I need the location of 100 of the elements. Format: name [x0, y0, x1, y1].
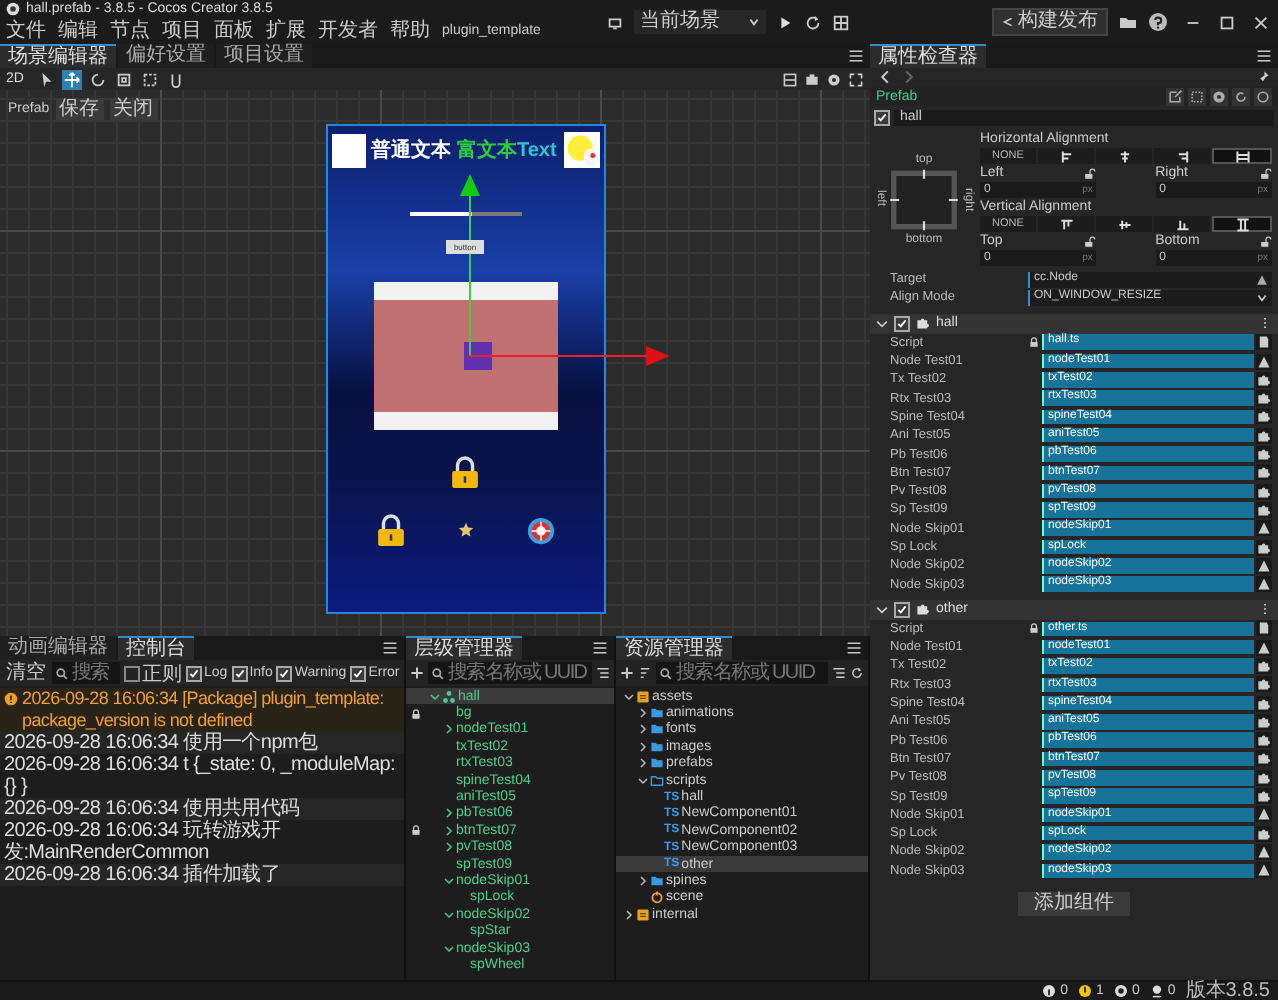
- apply-icon[interactable]: [1254, 87, 1272, 105]
- warning-icon[interactable]: [1078, 984, 1093, 998]
- open-icon[interactable]: [1166, 87, 1184, 105]
- panel-tab[interactable]: 动画编辑器: [0, 636, 116, 660]
- puzzle-icon[interactable]: [1256, 825, 1272, 842]
- script-icon[interactable]: [1256, 334, 1272, 351]
- add-icon[interactable]: [410, 666, 424, 680]
- caret-icon[interactable]: [444, 842, 454, 853]
- menu-item[interactable]: 扩展: [266, 19, 306, 43]
- unlock-icon[interactable]: [1084, 167, 1097, 179]
- menu-icon[interactable]: [848, 48, 864, 64]
- refresh-icon[interactable]: [850, 666, 864, 680]
- caret-icon[interactable]: [638, 708, 648, 719]
- caret-icon[interactable]: [624, 909, 634, 920]
- puzzle-icon[interactable]: [1256, 695, 1272, 712]
- editor-tab[interactable]: 偏好设置: [118, 44, 214, 68]
- menu-icon[interactable]: [1256, 48, 1272, 64]
- unlock-icon[interactable]: [1260, 167, 1272, 179]
- menu-item[interactable]: 项目: [162, 19, 202, 43]
- info-icon[interactable]: [1042, 984, 1057, 998]
- puzzle-icon[interactable]: [1256, 769, 1272, 786]
- node-icon[interactable]: [1256, 576, 1272, 593]
- back-icon[interactable]: [878, 70, 892, 84]
- puzzle-icon[interactable]: [1256, 788, 1272, 805]
- scene-dropdown[interactable]: 当前场景: [634, 10, 766, 34]
- close-button[interactable]: 关闭: [109, 98, 158, 120]
- search-field[interactable]: 搜索名称或 UUID: [656, 662, 828, 684]
- search-field[interactable]: 搜索名称或 UUID: [428, 662, 592, 684]
- pin-icon[interactable]: [1256, 70, 1270, 84]
- puzzle-icon[interactable]: [1256, 427, 1272, 444]
- menu-icon[interactable]: [846, 640, 862, 656]
- puzzle-icon[interactable]: [1256, 713, 1272, 730]
- puzzle-icon[interactable]: [1256, 676, 1272, 693]
- add-icon[interactable]: [620, 666, 634, 680]
- gear-icon[interactable]: [1210, 87, 1228, 105]
- caret-icon[interactable]: [638, 758, 648, 769]
- align-button[interactable]: [1212, 148, 1272, 164]
- align-button[interactable]: [1038, 148, 1094, 164]
- caret-icon[interactable]: [624, 691, 634, 702]
- lock-icon[interactable]: [410, 707, 422, 720]
- puzzle-icon[interactable]: [1256, 408, 1272, 425]
- caret-icon[interactable]: [444, 909, 454, 920]
- error-icon[interactable]: [1113, 984, 1128, 998]
- puzzle-icon[interactable]: [1256, 750, 1272, 767]
- caret-icon[interactable]: [444, 825, 454, 836]
- filter-checkbox[interactable]: 正则: [124, 659, 182, 687]
- caret-icon[interactable]: [638, 741, 648, 752]
- build-button[interactable]: 构建发布: [992, 8, 1108, 36]
- caret-icon[interactable]: [430, 691, 440, 702]
- align-button[interactable]: [1096, 148, 1152, 164]
- rotate-icon[interactable]: [87, 69, 108, 89]
- save-button[interactable]: 保存: [55, 98, 104, 120]
- node-icon[interactable]: [1256, 639, 1272, 656]
- scale-icon[interactable]: [113, 69, 134, 89]
- align-button[interactable]: [1212, 216, 1272, 232]
- unlock-icon[interactable]: [1084, 235, 1097, 247]
- node-checkbox[interactable]: [874, 109, 890, 125]
- component-checkbox[interactable]: [894, 315, 910, 332]
- unlock-icon[interactable]: [1260, 235, 1272, 247]
- help-icon[interactable]: [1148, 12, 1168, 32]
- settings-icon[interactable]: [826, 71, 842, 87]
- caret-icon[interactable]: [638, 775, 648, 786]
- menu-icon[interactable]: [382, 640, 398, 656]
- align-button[interactable]: [1154, 148, 1210, 164]
- script-icon[interactable]: [1256, 620, 1272, 637]
- node-icon[interactable]: [1256, 806, 1272, 823]
- play-icon[interactable]: [776, 13, 794, 31]
- more-icon[interactable]: [1258, 602, 1272, 617]
- x-axis-arrow[interactable]: [468, 346, 669, 366]
- move-icon[interactable]: [61, 69, 82, 89]
- caret-icon[interactable]: [876, 603, 888, 616]
- list-icon[interactable]: [832, 666, 846, 680]
- node-icon[interactable]: [1256, 862, 1272, 879]
- forward-icon[interactable]: [902, 70, 916, 84]
- align-button[interactable]: [1038, 216, 1094, 232]
- puzzle-icon[interactable]: [1256, 464, 1272, 481]
- sort-icon[interactable]: [638, 666, 652, 680]
- add-component-button[interactable]: 添加组件: [1018, 891, 1130, 916]
- sync-icon[interactable]: [1149, 984, 1164, 998]
- folder-icon[interactable]: [1118, 12, 1138, 32]
- grid-icon[interactable]: [782, 71, 798, 87]
- caret-icon[interactable]: [444, 875, 454, 886]
- caret-icon[interactable]: [444, 943, 454, 954]
- rect-tool-icon[interactable]: [139, 69, 160, 89]
- caret-icon[interactable]: [638, 724, 648, 735]
- lock-icon[interactable]: [410, 824, 422, 837]
- select-icon[interactable]: [1188, 87, 1206, 105]
- clear-button[interactable]: 清空: [4, 662, 48, 684]
- close-icon[interactable]: [1252, 13, 1270, 31]
- caret-icon[interactable]: [876, 317, 888, 330]
- menu-item[interactable]: 文件: [6, 19, 46, 43]
- puzzle-icon[interactable]: [1256, 657, 1272, 674]
- align-button[interactable]: [1154, 216, 1210, 232]
- node-icon[interactable]: [1256, 353, 1272, 370]
- align-button[interactable]: [1096, 216, 1152, 232]
- maximize-icon[interactable]: [1218, 13, 1236, 31]
- node-icon[interactable]: [1256, 843, 1272, 860]
- list-icon[interactable]: [596, 666, 610, 680]
- puzzle-icon[interactable]: [1256, 483, 1272, 500]
- puzzle-icon[interactable]: [1256, 539, 1272, 555]
